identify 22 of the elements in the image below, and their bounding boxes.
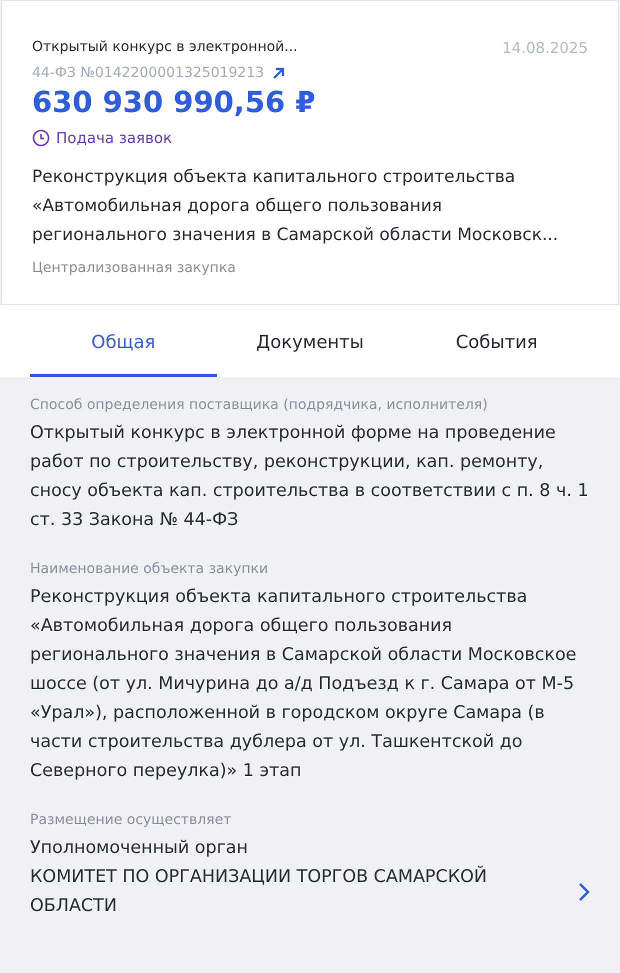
field-label: Размещение осуществляет bbox=[30, 812, 232, 828]
tab[interactable]: Общая bbox=[30, 305, 217, 377]
purchase-title: Реконструкция объекта капитального строительства bbox=[32, 166, 516, 189]
procedure-type: Открытый конкурс в электронной... bbox=[32, 39, 298, 57]
purchase-note: Централизованная закупка bbox=[32, 260, 237, 276]
field-label: Способ определения поставщика (подрядчика, исполнителя) bbox=[30, 397, 489, 413]
field-value: Уполномоченный орган bbox=[30, 837, 249, 860]
purchase-title: «Автомобильная дорога общего пользования bbox=[32, 195, 444, 218]
tab[interactable]: Документы bbox=[216, 305, 404, 377]
status-label: Подача заявок bbox=[56, 129, 172, 147]
tab[interactable]: События bbox=[403, 305, 590, 377]
tender-number: 44-ФЗ №0142200001325019213 bbox=[32, 65, 264, 81]
chevron-right-icon[interactable] bbox=[578, 882, 590, 902]
field-value: Открытый конкурс в электронной форме на проведение работ по строительству, реконструкции, кап. ремонту, сносу объекта кап. строительства в соответствии с п. 8 ч. 1 ст. 33 Закона № 44-ФЗ bbox=[30, 422, 590, 532]
publish-date: 14.08.2025 bbox=[502, 39, 588, 57]
field-label: Наименование объекта закупки bbox=[30, 561, 270, 577]
field-value: Реконструкция объекта капитального строительства «Автомобильная дорога общего пользования регионального значения в Самарской области Московское шоссе (от ул. Мичурина до а/д Подъезд к г. Самара от М-5 «Урал»), расположенной в городском округе Самара (в части строительства дублера от ул. Ташкентской до Северного переулка)» 1 этап bbox=[30, 586, 578, 783]
contract-amount: 630 930 990,56 ₽ bbox=[32, 85, 316, 119]
purchase-title: регионального значения в Самарской области Московск... bbox=[32, 224, 560, 247]
field-value: КОМИТЕТ ПО ОРГАНИЗАЦИИ ТОРГОВ САМАРСКОЙ ОБЛАСТИ bbox=[30, 864, 488, 918]
clock-icon bbox=[32, 129, 50, 147]
external-link-icon[interactable] bbox=[272, 66, 286, 80]
